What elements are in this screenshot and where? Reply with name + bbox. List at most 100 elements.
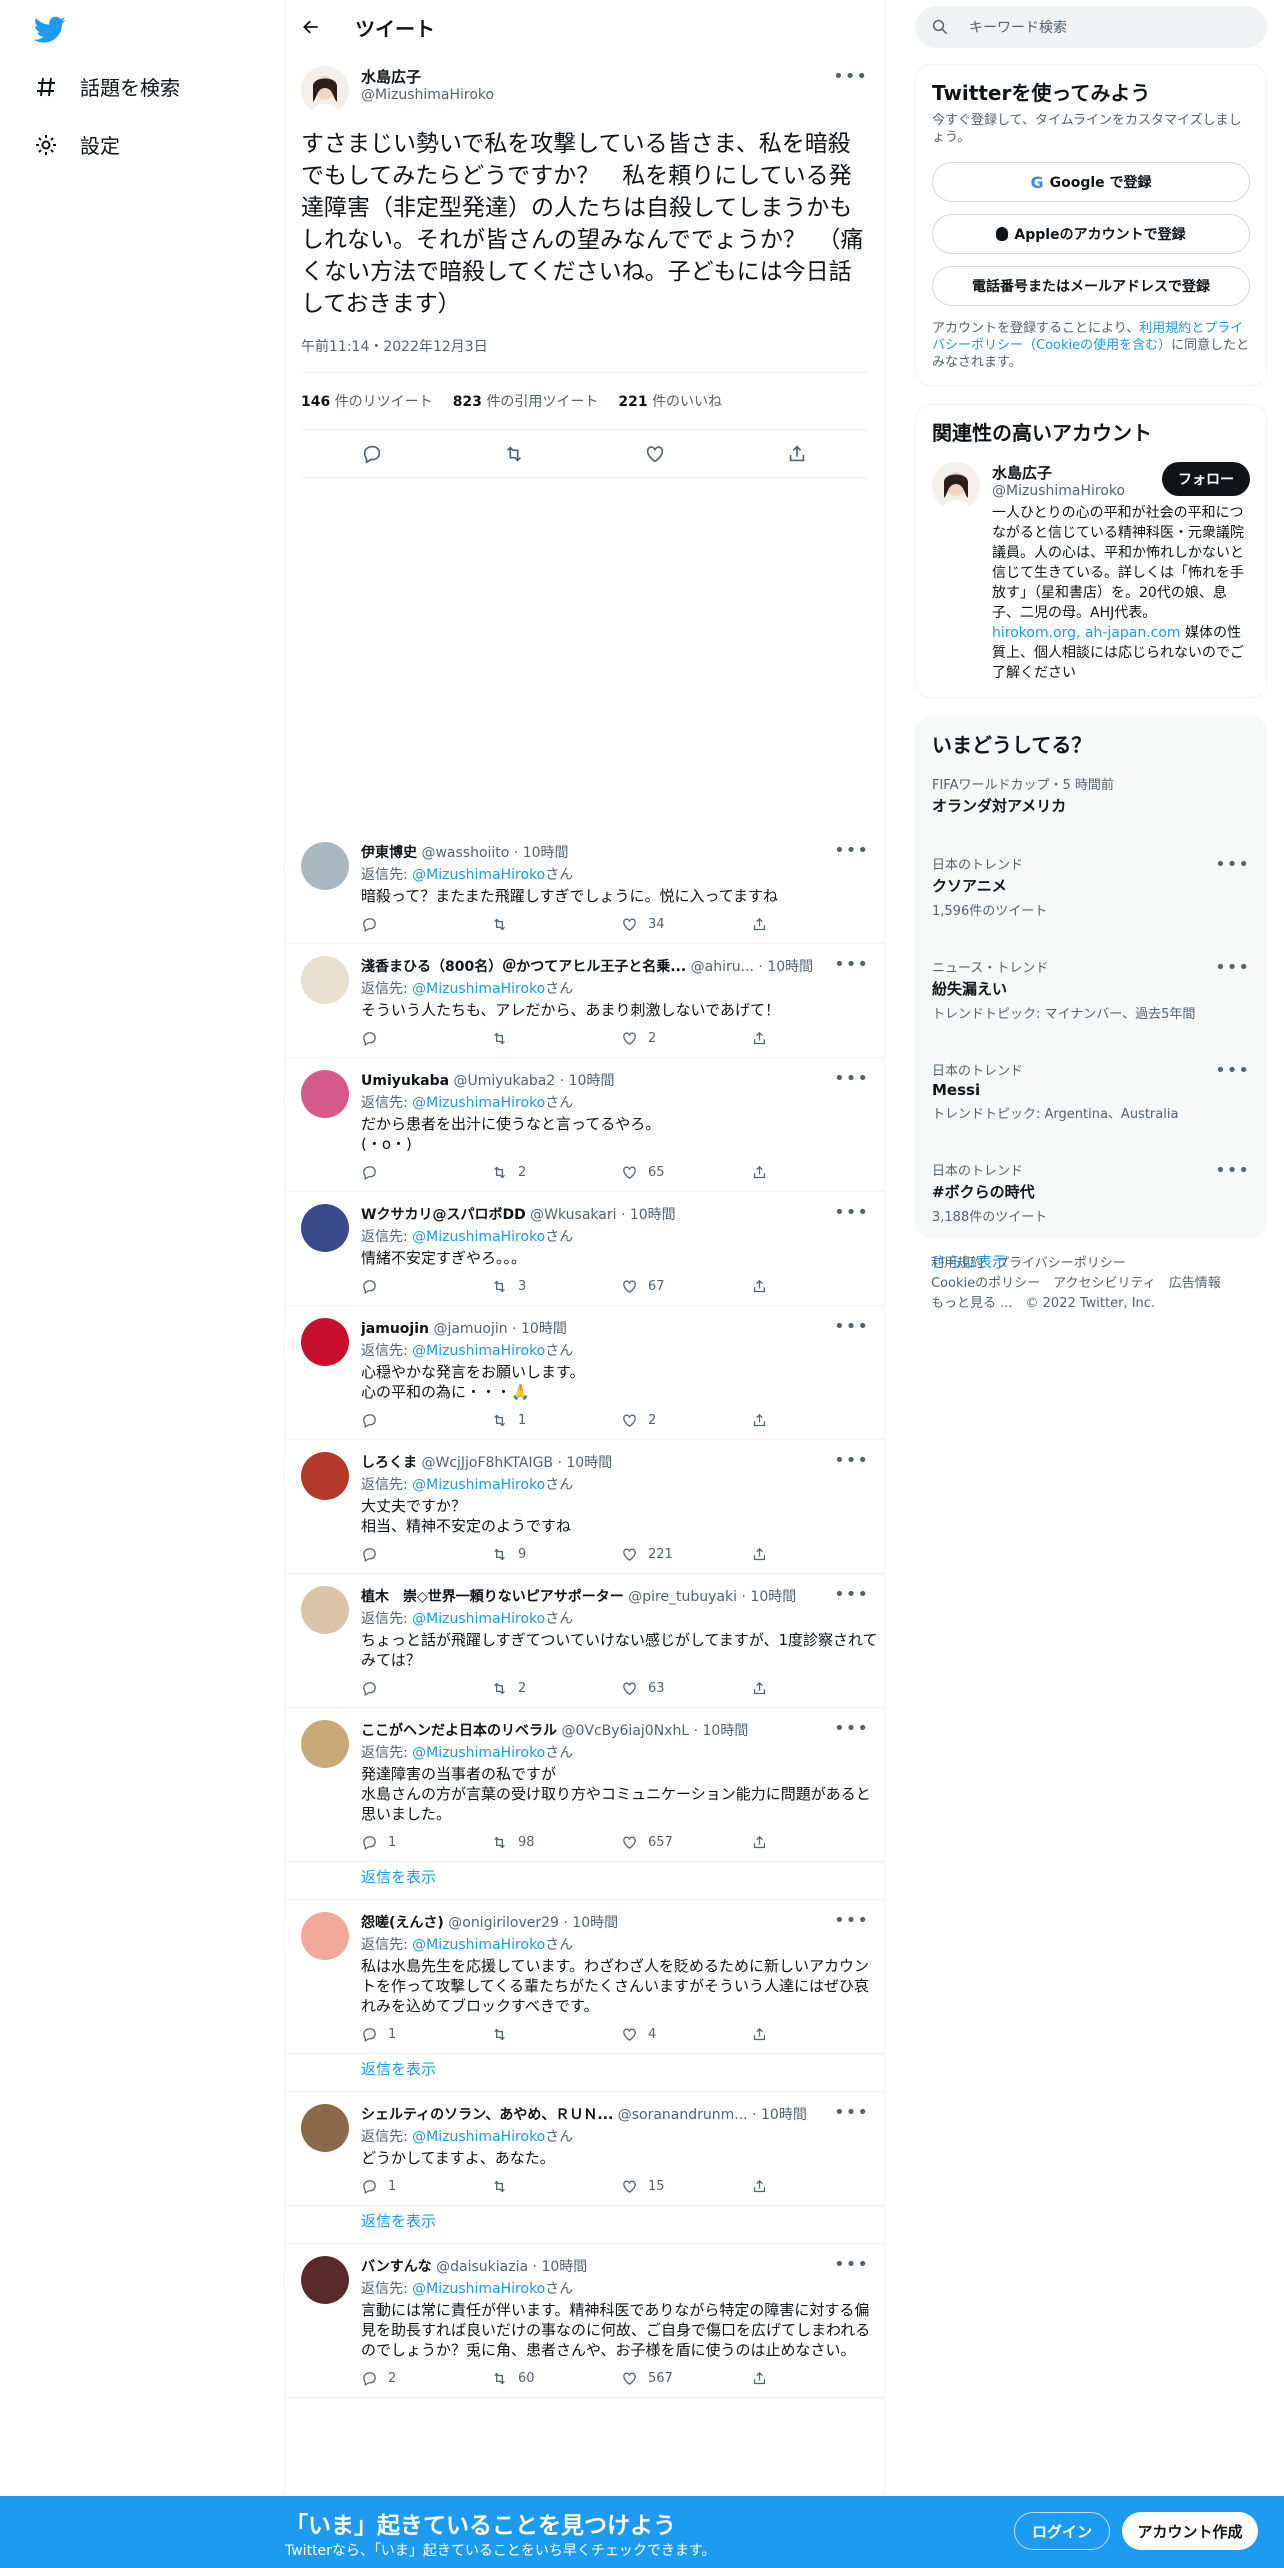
retweet-button[interactable]: 98 [491, 1834, 621, 1851]
like-button[interactable]: 657 [621, 1834, 751, 1851]
reply-button[interactable]: 1 [361, 1834, 491, 1851]
reply-author-handle[interactable]: @wasshoiito [421, 845, 509, 861]
reply-author-name[interactable]: 伊東博史 [361, 845, 417, 861]
follow-button[interactable]: フォロー [1162, 462, 1250, 496]
retweet-icon[interactable] [503, 443, 525, 465]
google-signup-button[interactable]: G Google で登録 [932, 162, 1250, 202]
more-icon[interactable]: ••• [834, 2254, 869, 2275]
more-icon[interactable]: ••• [1215, 1060, 1250, 1081]
more-icon[interactable]: ••• [834, 954, 869, 975]
more-icon[interactable]: ••• [834, 1316, 869, 1337]
like-button[interactable]: 63 [621, 1680, 751, 1697]
like-button[interactable]: 67 [621, 1278, 751, 1295]
create-account-button[interactable]: アカウント作成 [1122, 2512, 1258, 2550]
reply-button[interactable]: 1 [361, 2178, 491, 2195]
like-button[interactable]: 221 [621, 1546, 751, 1563]
footer-line-2[interactable]: Cookieのポリシー アクセシビリティ 広告情報 [931, 1274, 1221, 1294]
reply-to-link[interactable]: @MizushimaHiroko [412, 1745, 545, 1761]
more-icon[interactable]: ••• [1215, 957, 1250, 978]
trend-item[interactable]: 日本のトレンド クソアニメ 1,596件のツイート ••• [932, 854, 1250, 919]
footer-line-3[interactable]: もっと見る ... © 2022 Twitter, Inc. [931, 1294, 1221, 1314]
share-button[interactable] [751, 2178, 881, 2195]
reply-tweet[interactable]: 伊東博史 @wasshoiito · 10時間 返信先: @MizushimaHi… [285, 830, 885, 944]
reply-to-link[interactable]: @MizushimaHiroko [412, 1095, 545, 1111]
reply-tweet[interactable]: しろくま @WcjJjoF8hKTAIGB · 10時間 返信先: @Mizush… [285, 1440, 885, 1574]
share-button[interactable] [751, 1164, 881, 1181]
share-button[interactable] [751, 1546, 881, 1563]
share-icon[interactable] [786, 443, 808, 465]
reply-button[interactable] [361, 1680, 491, 1697]
more-icon[interactable]: ••• [834, 840, 869, 861]
retweet-button[interactable] [491, 1030, 621, 1047]
like-count[interactable]: 221 件のいいね [618, 391, 722, 411]
reply-time[interactable]: 10時間 [630, 1207, 676, 1223]
reply-to-link[interactable]: @MizushimaHiroko [412, 2129, 545, 2145]
retweet-button[interactable]: 9 [491, 1546, 621, 1563]
more-icon[interactable]: ••• [834, 1718, 869, 1739]
reply-button[interactable]: 2 [361, 2370, 491, 2387]
phone-email-signup-button[interactable]: 電話番号またはメールアドレスで登録 [932, 266, 1250, 306]
like-icon[interactable] [644, 443, 666, 465]
avatar[interactable] [301, 956, 349, 1004]
retweet-button[interactable] [491, 2178, 621, 2195]
reply-to-link[interactable]: @MizushimaHiroko [412, 2281, 545, 2297]
show-replies-link[interactable]: 返信を表示 [285, 2206, 885, 2244]
show-replies-link[interactable]: 返信を表示 [285, 2054, 885, 2092]
reply-time[interactable]: 10時間 [569, 1073, 615, 1089]
more-icon[interactable]: ••• [834, 1202, 869, 1223]
reply-author-handle[interactable]: @0VcBy6iaj0NxhL [561, 1723, 689, 1739]
share-button[interactable] [751, 2370, 881, 2387]
retweet-button[interactable] [491, 2026, 621, 2043]
reply-tweet[interactable]: Wクサカリ@スパロボDD @Wkusakari · 10時間 返信先: @Mizu… [285, 1192, 885, 1306]
reply-author-name[interactable]: 淺香まひる（800名）＠かつてアヒル王子と名乗... [361, 959, 686, 975]
reply-tweet[interactable]: 植木 崇◇世界一頼りないピアサポーター @pire_tubuyaki · 10時… [285, 1574, 885, 1708]
reply-time[interactable]: 10時間 [523, 845, 569, 861]
trend-item[interactable]: FIFAワールドカップ・5 時間前 オランダ対アメリカ [932, 774, 1250, 816]
tweet-timestamp[interactable]: 午前11:14・2022年12月3日 [301, 320, 868, 373]
trend-item[interactable]: 日本のトレンド #ボクらの時代 3,188件のツイート ••• [932, 1160, 1250, 1225]
trend-item[interactable]: 日本のトレンド Messi トレンドトピック: Argentina、Australi… [932, 1060, 1250, 1122]
reply-button[interactable] [361, 1278, 491, 1295]
more-icon[interactable]: ••• [834, 1910, 869, 1931]
reply-tweet[interactable]: シェルティのソラン、あやめ、ＲＵＮ... @soranandrunm... · … [285, 2092, 885, 2206]
retweet-button[interactable]: 2 [491, 1164, 621, 1181]
author-handle[interactable]: @MizushimaHiroko [361, 87, 494, 103]
reply-author-handle[interactable]: @jamuojin [433, 1321, 507, 1337]
reply-button[interactable] [361, 1546, 491, 1563]
reply-author-handle[interactable]: @soranandrunm... [618, 2107, 748, 2123]
like-button[interactable]: 65 [621, 1164, 751, 1181]
reply-time[interactable]: 10時間 [703, 1723, 749, 1739]
reply-author-name[interactable]: シェルティのソラン、あやめ、ＲＵＮ... [361, 2107, 613, 2123]
reply-to-link[interactable]: @MizushimaHiroko [412, 1343, 545, 1359]
reply-author-name[interactable]: ここがヘンだよ日本のリベラル [361, 1723, 557, 1739]
trend-item[interactable]: ニュース・トレンド 紛失漏えい トレンドトピック: マイナンバー、過去5年間 ••• [932, 957, 1250, 1022]
more-icon[interactable]: ••• [834, 1450, 869, 1471]
avatar[interactable] [301, 1318, 349, 1366]
reply-author-handle[interactable]: @ahiru... [691, 959, 754, 975]
retweet-button[interactable]: 1 [491, 1412, 621, 1429]
reply-button[interactable]: 1 [361, 2026, 491, 2043]
retweet-button[interactable]: 3 [491, 1278, 621, 1295]
related-avatar[interactable] [932, 462, 980, 510]
reply-time[interactable]: 10時間 [761, 2107, 807, 2123]
reply-tweet[interactable]: 淺香まひる（800名）＠かつてアヒル王子と名乗... @ahiru... · 1… [285, 944, 885, 1058]
reply-to-link[interactable]: @MizushimaHiroko [412, 867, 545, 883]
nav-settings[interactable]: 設定 [34, 130, 120, 159]
reply-to-link[interactable]: @MizushimaHiroko [412, 981, 545, 997]
reply-tweet[interactable]: jamuojin @jamuojin · 10時間 返信先: @Mizushima… [285, 1306, 885, 1440]
reply-to-link[interactable]: @MizushimaHiroko [412, 1937, 545, 1953]
reply-author-name[interactable]: バンすんな [361, 2259, 432, 2275]
share-button[interactable] [751, 1834, 881, 1851]
reply-time[interactable]: 10時間 [750, 1589, 796, 1605]
avatar[interactable] [301, 1586, 349, 1634]
share-button[interactable] [751, 916, 881, 933]
avatar[interactable] [301, 1912, 349, 1960]
avatar[interactable] [301, 1720, 349, 1768]
reply-to-link[interactable]: @MizushimaHiroko [412, 1477, 545, 1493]
reply-author-handle[interactable]: @WcjJjoF8hKTAIGB [421, 1455, 553, 1471]
reply-tweet[interactable]: ここがヘンだよ日本のリベラル @0VcBy6iaj0NxhL · 10時間 返信先… [285, 1708, 885, 1862]
reply-button[interactable] [361, 1030, 491, 1047]
retweet-button[interactable]: 2 [491, 1680, 621, 1697]
reply-author-handle[interactable]: @Umiyukaba2 [454, 1073, 556, 1089]
reply-button[interactable] [361, 1412, 491, 1429]
